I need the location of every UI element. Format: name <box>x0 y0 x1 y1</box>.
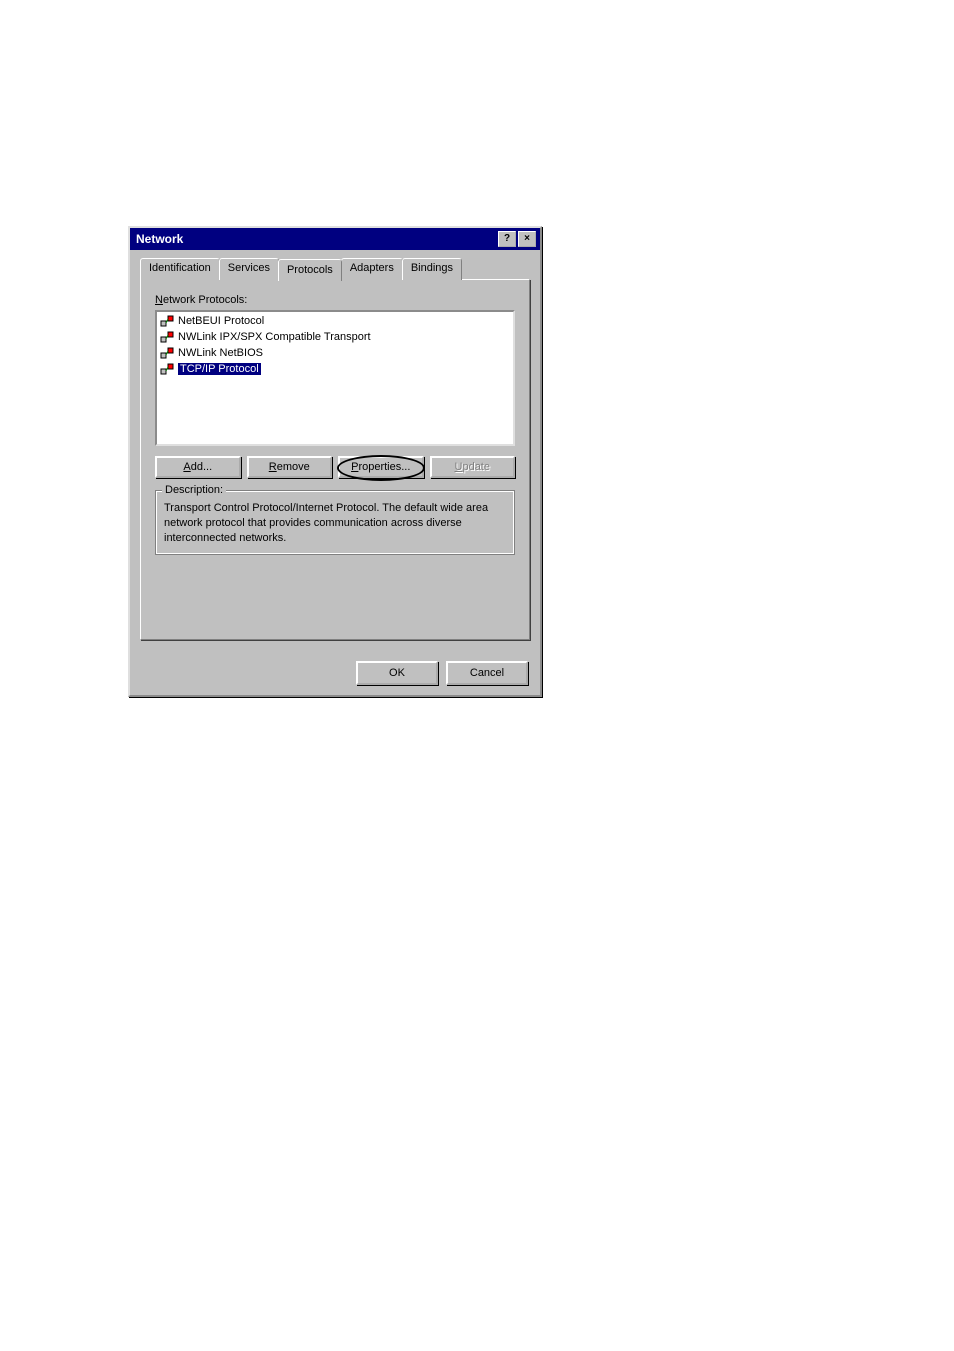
titlebar-buttons: ? × <box>498 231 536 247</box>
tab-services[interactable]: Services <box>219 258 279 280</box>
list-item-label: NWLink IPX/SPX Compatible Transport <box>178 331 371 343</box>
list-item[interactable]: NWLink NetBIOS <box>158 345 512 361</box>
tab-adapters[interactable]: Adapters <box>341 258 403 280</box>
close-icon: × <box>524 234 530 244</box>
protocol-buttons: Add... Remove Properties... Update <box>155 456 515 478</box>
add-button[interactable]: Add... <box>155 456 241 478</box>
remove-button[interactable]: Remove <box>247 456 333 478</box>
list-item-label: NetBEUI Protocol <box>178 315 264 327</box>
update-button: Update <box>430 456 516 478</box>
tab-label: Identification <box>149 262 211 274</box>
list-item-label: NWLink NetBIOS <box>178 347 263 359</box>
ok-button[interactable]: OK <box>356 661 438 685</box>
list-item-label: TCP/IP Protocol <box>178 363 261 375</box>
protocol-icon <box>160 330 174 344</box>
description-text: Transport Control Protocol/Internet Prot… <box>164 501 506 546</box>
tab-panel-protocols: Network Protocols: NetBEUI Protocol NWLi… <box>140 279 530 640</box>
description-title: Description: <box>162 484 226 496</box>
tab-identification[interactable]: Identification <box>140 258 220 280</box>
label-text: etwork Protocols: <box>163 294 247 306</box>
protocol-icon <box>160 314 174 328</box>
spacer <box>155 555 515 625</box>
description-groupbox: Description: Transport Control Protocol/… <box>155 490 515 555</box>
cancel-button[interactable]: Cancel <box>446 661 528 685</box>
list-label: Network Protocols: <box>155 294 515 306</box>
list-item[interactable]: TCP/IP Protocol <box>158 361 512 377</box>
tab-bindings[interactable]: Bindings <box>402 258 462 280</box>
mnemonic: N <box>155 294 163 306</box>
button-label: emove <box>277 461 310 473</box>
titlebar[interactable]: Network ? × <box>130 228 540 250</box>
tab-strip: Identification Services Protocols Adapte… <box>140 258 530 280</box>
button-label: roperties... <box>358 461 410 473</box>
mnemonic: A <box>183 461 190 473</box>
dialog-footer: OK Cancel <box>130 651 540 695</box>
help-button[interactable]: ? <box>498 231 516 247</box>
mnemonic: R <box>269 461 277 473</box>
tab-label: Services <box>228 262 270 274</box>
button-label: OK <box>389 667 405 679</box>
help-icon: ? <box>504 234 510 244</box>
list-item[interactable]: NetBEUI Protocol <box>158 313 512 329</box>
button-label: Cancel <box>470 667 504 679</box>
tab-protocols[interactable]: Protocols <box>278 259 342 281</box>
window-title: Network <box>134 232 183 246</box>
network-dialog: Network ? × Identification Services Prot… <box>128 226 542 697</box>
tab-label: Adapters <box>350 262 394 274</box>
button-label: dd... <box>191 461 212 473</box>
protocol-icon <box>160 362 174 376</box>
button-label: pdate <box>462 461 490 473</box>
close-button[interactable]: × <box>518 231 536 247</box>
tab-label: Bindings <box>411 262 453 274</box>
properties-button[interactable]: Properties... <box>338 456 424 478</box>
protocols-listbox[interactable]: NetBEUI Protocol NWLink IPX/SPX Compatib… <box>155 310 515 446</box>
list-item[interactable]: NWLink IPX/SPX Compatible Transport <box>158 329 512 345</box>
tab-label: Protocols <box>287 264 333 276</box>
protocol-icon <box>160 346 174 360</box>
dialog-body: Identification Services Protocols Adapte… <box>130 250 540 651</box>
